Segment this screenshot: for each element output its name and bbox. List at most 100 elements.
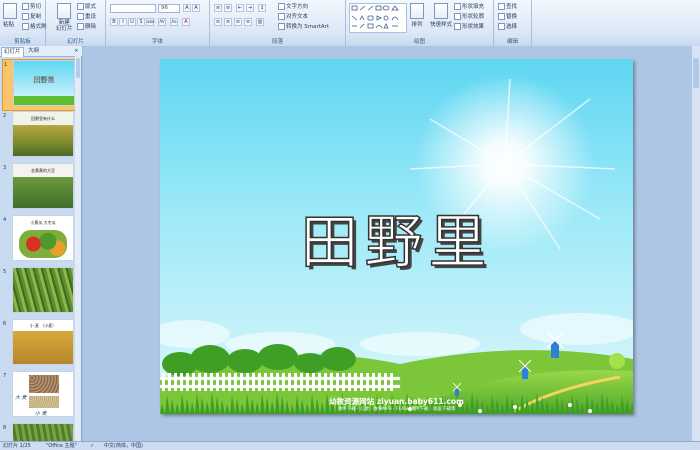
slide-thumb-5[interactable]: 5 bbox=[2, 267, 80, 319]
strike-button[interactable]: abe bbox=[146, 18, 154, 26]
fence-picket bbox=[354, 373, 357, 391]
quick-styles-button[interactable]: 快速样式 bbox=[430, 3, 452, 28]
arrange-label: 排列 bbox=[411, 22, 423, 28]
cut-button[interactable]: 剪切 bbox=[22, 2, 41, 10]
shapes-gallery[interactable] bbox=[349, 3, 407, 33]
align-right-button[interactable]: ≡ bbox=[234, 18, 242, 26]
cursor-icon bbox=[498, 22, 505, 30]
find-label: 查找 bbox=[506, 4, 518, 10]
layout-icon bbox=[77, 2, 84, 10]
font-size-combo[interactable]: 96 bbox=[158, 4, 180, 13]
quick-styles-icon bbox=[434, 3, 448, 19]
decrease-indent-button[interactable]: ⇤ bbox=[236, 4, 244, 12]
fence-picket bbox=[222, 373, 225, 391]
search-icon bbox=[498, 2, 505, 10]
slide-thumb-3[interactable]: 3 金黄黄的大豆 bbox=[2, 163, 80, 215]
slide-thumb-image bbox=[12, 267, 74, 313]
replace-button[interactable]: 替换 bbox=[498, 12, 517, 20]
tree-ball bbox=[609, 353, 625, 369]
bullets-button[interactable]: ≡ bbox=[214, 4, 222, 12]
arrange-button[interactable]: 排列 bbox=[410, 3, 424, 28]
vegetables-image bbox=[19, 230, 67, 258]
bold-button[interactable]: B bbox=[110, 18, 118, 26]
underline-button[interactable]: U bbox=[128, 18, 136, 26]
delete-icon bbox=[77, 22, 84, 30]
fence-picket bbox=[240, 373, 243, 391]
tab-slides[interactable]: 幻灯片 bbox=[1, 47, 24, 57]
change-case-button[interactable]: Aa bbox=[170, 18, 178, 26]
fence-picket bbox=[300, 373, 303, 391]
fence-picket bbox=[318, 373, 321, 391]
select-button[interactable]: 选择 bbox=[498, 22, 517, 30]
convert-smartart-button[interactable]: 转换为 SmartArt bbox=[278, 22, 329, 30]
drawing-group-label: 绘图 bbox=[413, 39, 425, 45]
layout-button[interactable]: 版式 bbox=[77, 2, 96, 10]
clipboard-icon bbox=[3, 3, 17, 19]
panel-scrollbar[interactable] bbox=[75, 56, 81, 441]
slide-canvas[interactable]: 田野里 幼教资源网站 ziyuan.baby611.com 课件下载 · 儿歌 … bbox=[160, 59, 633, 414]
align-text-label: 对齐文本 bbox=[286, 14, 309, 20]
new-slide-label: 新建 幻灯片 bbox=[56, 20, 73, 32]
slide-thumb-2[interactable]: 2 田野里有什么 bbox=[2, 111, 80, 163]
shrink-font-button[interactable]: A bbox=[192, 4, 200, 12]
fence-picket bbox=[378, 373, 381, 391]
find-button[interactable]: 查找 bbox=[498, 2, 517, 10]
slide-thumb-1[interactable]: 1 田野里 bbox=[2, 59, 80, 111]
shape-fill-button[interactable]: 形状填充 bbox=[454, 2, 484, 10]
new-slide-button[interactable]: 新建 幻灯片 bbox=[56, 3, 73, 32]
font-color-button[interactable]: A bbox=[182, 18, 190, 26]
slide-thumb-6[interactable]: 6 小 麦 （小麦） bbox=[2, 319, 80, 371]
fence-picket bbox=[312, 373, 315, 391]
fence-picket bbox=[348, 373, 351, 391]
slide-title[interactable]: 田野里 bbox=[160, 195, 633, 279]
scissors-icon bbox=[22, 2, 29, 10]
format-painter-label: 格式刷 bbox=[30, 24, 47, 30]
shadow-button[interactable]: S bbox=[137, 18, 145, 26]
columns-button[interactable]: ▥ bbox=[256, 18, 264, 26]
font-name-combo[interactable] bbox=[110, 4, 156, 13]
slides-group: 新建 幻灯片 版式 重设 删除 幻灯片 bbox=[46, 0, 106, 46]
quick-styles-label: 快速样式 bbox=[430, 22, 453, 28]
slide-number: 1 bbox=[4, 62, 8, 68]
line-spacing-button[interactable]: ↕ bbox=[258, 4, 266, 12]
scrollbar-thumb[interactable] bbox=[693, 58, 699, 88]
delete-slide-button[interactable]: 删除 bbox=[77, 22, 96, 30]
grow-font-button[interactable]: A bbox=[183, 4, 191, 12]
copy-button[interactable]: 复制 bbox=[22, 12, 41, 20]
slide-thumb-4[interactable]: 4 小黄瓜 大冬瓜 bbox=[2, 215, 80, 267]
shape-outline-button[interactable]: 形状轮廓 bbox=[454, 12, 484, 20]
brush-icon bbox=[22, 22, 29, 30]
shape-outline-label: 形状轮廓 bbox=[462, 14, 485, 20]
justify-button[interactable]: ≡ bbox=[244, 18, 252, 26]
format-painter-button[interactable]: 格式刷 bbox=[22, 22, 47, 30]
reset-button[interactable]: 重设 bbox=[77, 12, 96, 20]
shape-effects-label: 形状效果 bbox=[462, 24, 485, 30]
slide-thumb-7[interactable]: 7 大 麦 小 麦 bbox=[2, 371, 80, 423]
text-direction-button[interactable]: 文字方向 bbox=[278, 2, 308, 10]
slide-panel: 幻灯片 大纲 × 1 田野里 2 田野里有什么 3 金黄黄的大豆 4 小黄瓜 大… bbox=[0, 46, 82, 441]
fence-picket bbox=[282, 373, 285, 391]
slide-thumb-image: 小 麦 （小麦） bbox=[12, 319, 74, 365]
fence-picket bbox=[366, 373, 369, 391]
spacing-button[interactable]: AV bbox=[158, 18, 166, 26]
increase-indent-button[interactable]: ⇥ bbox=[246, 4, 254, 12]
tab-outline[interactable]: 大纲 bbox=[26, 47, 41, 56]
fence-picket bbox=[180, 373, 183, 391]
editor-scrollbar[interactable] bbox=[692, 46, 700, 441]
shapes-icon bbox=[351, 5, 399, 29]
slide-thumb-8[interactable]: 8 bbox=[2, 423, 80, 441]
align-text-button[interactable]: 对齐文本 bbox=[278, 12, 308, 20]
italic-button[interactable]: I bbox=[119, 18, 127, 26]
thumb-grass bbox=[14, 96, 74, 105]
numbering-button[interactable]: ≡ bbox=[224, 4, 232, 12]
align-center-button[interactable]: ≡ bbox=[224, 18, 232, 26]
slides-group-label: 幻灯片 bbox=[67, 39, 84, 45]
close-panel-button[interactable]: × bbox=[72, 47, 81, 56]
shape-effects-button[interactable]: 形状效果 bbox=[454, 22, 484, 30]
slide-word: 小 麦 bbox=[35, 411, 47, 417]
paste-button[interactable]: 粘贴 bbox=[3, 3, 17, 28]
scrollbar-thumb[interactable] bbox=[76, 58, 80, 78]
align-left-button[interactable]: ≡ bbox=[214, 18, 222, 26]
copy-icon bbox=[22, 12, 29, 20]
font-group-label: 字体 bbox=[151, 39, 163, 45]
